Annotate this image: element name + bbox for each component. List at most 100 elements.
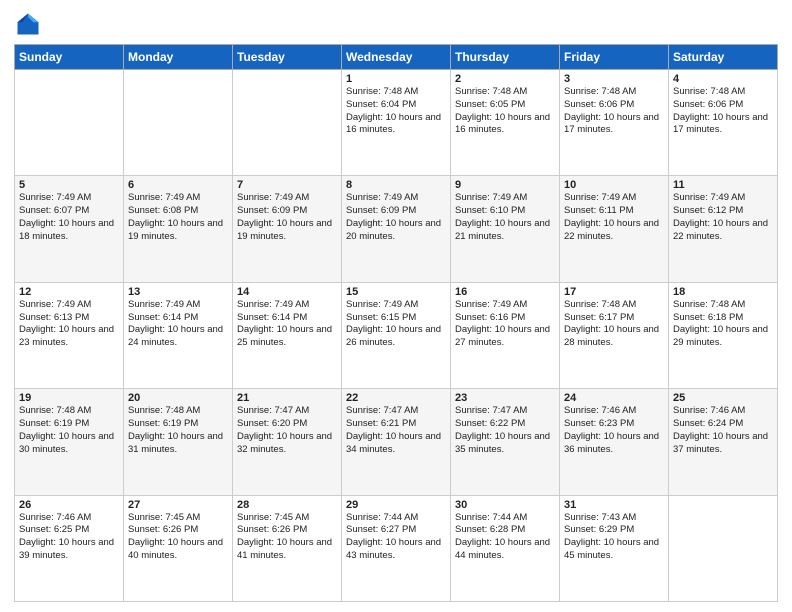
day-header-tuesday: Tuesday <box>233 45 342 70</box>
day-number: 1 <box>346 73 446 85</box>
day-info: Sunrise: 7:49 AMSunset: 6:11 PMDaylight:… <box>564 192 664 243</box>
calendar-cell <box>669 495 778 601</box>
calendar-cell <box>15 70 124 176</box>
day-info: Sunrise: 7:48 AMSunset: 6:06 PMDaylight:… <box>564 86 664 137</box>
day-info: Sunrise: 7:49 AMSunset: 6:13 PMDaylight:… <box>19 299 119 350</box>
day-info: Sunrise: 7:45 AMSunset: 6:26 PMDaylight:… <box>237 512 337 563</box>
day-info: Sunrise: 7:48 AMSunset: 6:18 PMDaylight:… <box>673 299 773 350</box>
day-number: 27 <box>128 499 228 511</box>
calendar-cell: 27Sunrise: 7:45 AMSunset: 6:26 PMDayligh… <box>124 495 233 601</box>
day-info: Sunrise: 7:49 AMSunset: 6:10 PMDaylight:… <box>455 192 555 243</box>
day-number: 20 <box>128 392 228 404</box>
day-header-thursday: Thursday <box>451 45 560 70</box>
day-info: Sunrise: 7:48 AMSunset: 6:05 PMDaylight:… <box>455 86 555 137</box>
calendar-cell: 21Sunrise: 7:47 AMSunset: 6:20 PMDayligh… <box>233 389 342 495</box>
day-info: Sunrise: 7:47 AMSunset: 6:21 PMDaylight:… <box>346 405 446 456</box>
day-info: Sunrise: 7:47 AMSunset: 6:22 PMDaylight:… <box>455 405 555 456</box>
day-info: Sunrise: 7:43 AMSunset: 6:29 PMDaylight:… <box>564 512 664 563</box>
calendar-header-row: SundayMondayTuesdayWednesdayThursdayFrid… <box>15 45 778 70</box>
day-number: 4 <box>673 73 773 85</box>
day-info: Sunrise: 7:44 AMSunset: 6:28 PMDaylight:… <box>455 512 555 563</box>
calendar-week-row: 5Sunrise: 7:49 AMSunset: 6:07 PMDaylight… <box>15 176 778 282</box>
calendar-cell: 19Sunrise: 7:48 AMSunset: 6:19 PMDayligh… <box>15 389 124 495</box>
calendar-cell: 7Sunrise: 7:49 AMSunset: 6:09 PMDaylight… <box>233 176 342 282</box>
calendar-week-row: 26Sunrise: 7:46 AMSunset: 6:25 PMDayligh… <box>15 495 778 601</box>
calendar-cell: 28Sunrise: 7:45 AMSunset: 6:26 PMDayligh… <box>233 495 342 601</box>
calendar-cell: 30Sunrise: 7:44 AMSunset: 6:28 PMDayligh… <box>451 495 560 601</box>
day-number: 13 <box>128 286 228 298</box>
day-info: Sunrise: 7:49 AMSunset: 6:09 PMDaylight:… <box>346 192 446 243</box>
logo <box>14 10 46 38</box>
day-number: 9 <box>455 179 555 191</box>
calendar: SundayMondayTuesdayWednesdayThursdayFrid… <box>14 44 778 602</box>
calendar-cell: 9Sunrise: 7:49 AMSunset: 6:10 PMDaylight… <box>451 176 560 282</box>
day-info: Sunrise: 7:49 AMSunset: 6:08 PMDaylight:… <box>128 192 228 243</box>
day-number: 15 <box>346 286 446 298</box>
day-info: Sunrise: 7:48 AMSunset: 6:19 PMDaylight:… <box>19 405 119 456</box>
day-number: 25 <box>673 392 773 404</box>
calendar-cell: 6Sunrise: 7:49 AMSunset: 6:08 PMDaylight… <box>124 176 233 282</box>
day-number: 8 <box>346 179 446 191</box>
day-info: Sunrise: 7:49 AMSunset: 6:14 PMDaylight:… <box>237 299 337 350</box>
calendar-cell: 11Sunrise: 7:49 AMSunset: 6:12 PMDayligh… <box>669 176 778 282</box>
day-header-saturday: Saturday <box>669 45 778 70</box>
calendar-cell: 5Sunrise: 7:49 AMSunset: 6:07 PMDaylight… <box>15 176 124 282</box>
day-number: 22 <box>346 392 446 404</box>
calendar-cell: 3Sunrise: 7:48 AMSunset: 6:06 PMDaylight… <box>560 70 669 176</box>
day-info: Sunrise: 7:49 AMSunset: 6:07 PMDaylight:… <box>19 192 119 243</box>
day-number: 2 <box>455 73 555 85</box>
calendar-cell: 24Sunrise: 7:46 AMSunset: 6:23 PMDayligh… <box>560 389 669 495</box>
day-number: 12 <box>19 286 119 298</box>
day-info: Sunrise: 7:49 AMSunset: 6:09 PMDaylight:… <box>237 192 337 243</box>
calendar-cell: 10Sunrise: 7:49 AMSunset: 6:11 PMDayligh… <box>560 176 669 282</box>
day-number: 30 <box>455 499 555 511</box>
calendar-cell <box>233 70 342 176</box>
day-info: Sunrise: 7:49 AMSunset: 6:16 PMDaylight:… <box>455 299 555 350</box>
calendar-week-row: 12Sunrise: 7:49 AMSunset: 6:13 PMDayligh… <box>15 282 778 388</box>
calendar-cell: 29Sunrise: 7:44 AMSunset: 6:27 PMDayligh… <box>342 495 451 601</box>
day-header-wednesday: Wednesday <box>342 45 451 70</box>
day-number: 3 <box>564 73 664 85</box>
day-info: Sunrise: 7:49 AMSunset: 6:14 PMDaylight:… <box>128 299 228 350</box>
day-number: 31 <box>564 499 664 511</box>
logo-icon <box>14 10 42 38</box>
day-info: Sunrise: 7:46 AMSunset: 6:24 PMDaylight:… <box>673 405 773 456</box>
calendar-cell: 31Sunrise: 7:43 AMSunset: 6:29 PMDayligh… <box>560 495 669 601</box>
day-number: 5 <box>19 179 119 191</box>
day-number: 14 <box>237 286 337 298</box>
calendar-cell: 26Sunrise: 7:46 AMSunset: 6:25 PMDayligh… <box>15 495 124 601</box>
day-info: Sunrise: 7:45 AMSunset: 6:26 PMDaylight:… <box>128 512 228 563</box>
calendar-cell: 18Sunrise: 7:48 AMSunset: 6:18 PMDayligh… <box>669 282 778 388</box>
day-number: 18 <box>673 286 773 298</box>
calendar-cell: 23Sunrise: 7:47 AMSunset: 6:22 PMDayligh… <box>451 389 560 495</box>
day-info: Sunrise: 7:44 AMSunset: 6:27 PMDaylight:… <box>346 512 446 563</box>
calendar-cell: 1Sunrise: 7:48 AMSunset: 6:04 PMDaylight… <box>342 70 451 176</box>
day-info: Sunrise: 7:46 AMSunset: 6:25 PMDaylight:… <box>19 512 119 563</box>
day-info: Sunrise: 7:48 AMSunset: 6:04 PMDaylight:… <box>346 86 446 137</box>
calendar-cell: 2Sunrise: 7:48 AMSunset: 6:05 PMDaylight… <box>451 70 560 176</box>
day-number: 17 <box>564 286 664 298</box>
day-number: 16 <box>455 286 555 298</box>
day-number: 7 <box>237 179 337 191</box>
day-info: Sunrise: 7:48 AMSunset: 6:19 PMDaylight:… <box>128 405 228 456</box>
calendar-cell: 20Sunrise: 7:48 AMSunset: 6:19 PMDayligh… <box>124 389 233 495</box>
day-number: 6 <box>128 179 228 191</box>
calendar-cell: 22Sunrise: 7:47 AMSunset: 6:21 PMDayligh… <box>342 389 451 495</box>
calendar-week-row: 19Sunrise: 7:48 AMSunset: 6:19 PMDayligh… <box>15 389 778 495</box>
day-info: Sunrise: 7:49 AMSunset: 6:12 PMDaylight:… <box>673 192 773 243</box>
day-number: 11 <box>673 179 773 191</box>
day-number: 29 <box>346 499 446 511</box>
day-info: Sunrise: 7:48 AMSunset: 6:17 PMDaylight:… <box>564 299 664 350</box>
day-number: 28 <box>237 499 337 511</box>
calendar-week-row: 1Sunrise: 7:48 AMSunset: 6:04 PMDaylight… <box>15 70 778 176</box>
day-number: 24 <box>564 392 664 404</box>
calendar-cell <box>124 70 233 176</box>
day-number: 19 <box>19 392 119 404</box>
calendar-cell: 17Sunrise: 7:48 AMSunset: 6:17 PMDayligh… <box>560 282 669 388</box>
calendar-cell: 25Sunrise: 7:46 AMSunset: 6:24 PMDayligh… <box>669 389 778 495</box>
day-number: 26 <box>19 499 119 511</box>
calendar-cell: 14Sunrise: 7:49 AMSunset: 6:14 PMDayligh… <box>233 282 342 388</box>
day-number: 10 <box>564 179 664 191</box>
day-header-friday: Friday <box>560 45 669 70</box>
calendar-cell: 4Sunrise: 7:48 AMSunset: 6:06 PMDaylight… <box>669 70 778 176</box>
